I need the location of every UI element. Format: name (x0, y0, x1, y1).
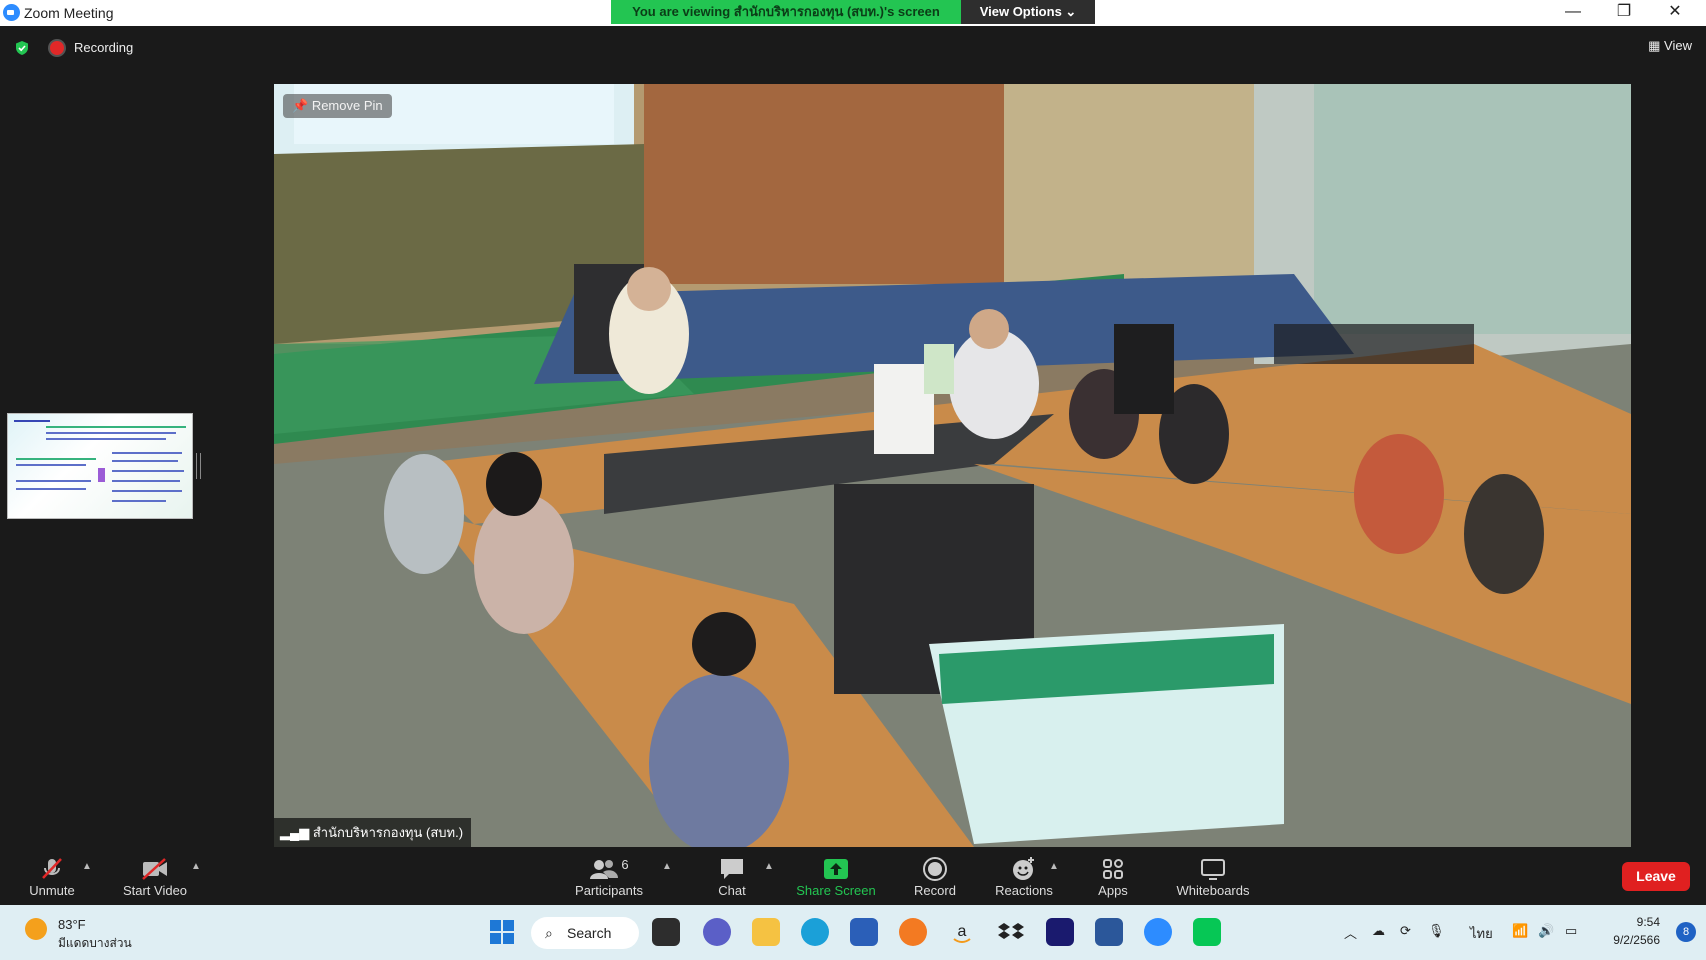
participants-button[interactable]: 6 Participants (570, 855, 648, 899)
whiteboard-icon (1170, 855, 1256, 883)
view-layout-icon: ▦ (1648, 38, 1665, 53)
meeting-controls: Unmute ▲ Start Video ▲ 6 Participants ▲ … (0, 847, 1706, 905)
reactions-smiley-icon (992, 855, 1056, 883)
task-view-icon[interactable] (652, 918, 680, 946)
zoom-taskbar-icon[interactable] (1144, 918, 1172, 946)
meeting-room-video-icon (274, 84, 1631, 847)
chat-label: Chat (718, 883, 746, 898)
dropbox-icon[interactable] (997, 918, 1025, 946)
volume-icon[interactable]: 🔊 (1538, 923, 1554, 939)
windows-start-icon[interactable] (488, 918, 516, 946)
shared-screen-thumbnail[interactable] (7, 413, 193, 519)
view-options-button[interactable]: View Options ⌄ (961, 0, 1095, 24)
microsoft-store-icon[interactable] (850, 918, 878, 946)
participants-label: Participants (575, 883, 643, 898)
apps-button[interactable]: Apps (1093, 855, 1133, 898)
weather-temperature: 83°F (58, 917, 86, 932)
wifi-icon[interactable]: 📶 (1512, 923, 1528, 939)
recording-label: Recording (74, 40, 134, 55)
record-button[interactable]: Record (909, 855, 961, 898)
minimize-icon[interactable]: — (1550, 0, 1596, 26)
close-icon[interactable]: ✕ (1652, 0, 1698, 26)
share-screen-button[interactable]: Share Screen (793, 855, 879, 898)
taskbar-search[interactable]: ⌕ Search (531, 917, 639, 949)
firefox-icon[interactable] (899, 918, 927, 946)
pin-icon: 📌 (292, 98, 312, 113)
windows-taskbar: 83°F มีแดดบางส่วน ⌕ Search a ︿ ☁ ⟳ 🎙 ไทย… (0, 905, 1706, 960)
cloud-sync-icon[interactable]: ☁ (1372, 923, 1385, 939)
reactions-caret-icon[interactable]: ▲ (1049, 861, 1059, 872)
signal-strength-icon: ▂▄▆ (280, 825, 313, 840)
file-explorer-icon[interactable] (752, 918, 780, 946)
restore-icon[interactable]: ❐ (1601, 0, 1647, 26)
whiteboards-button[interactable]: Whiteboards (1170, 855, 1256, 898)
unmute-button[interactable]: Unmute (24, 855, 80, 898)
participants-icon-wrap: 6 (570, 855, 648, 883)
webex-icon[interactable] (1046, 918, 1074, 946)
share-screen-icon (793, 855, 879, 883)
leave-button[interactable]: Leave (1622, 862, 1690, 891)
weather-description: มีแดดบางส่วน (58, 936, 132, 950)
security-shield-icon[interactable] (14, 40, 30, 56)
chat-caret-icon[interactable]: ▲ (764, 861, 774, 872)
apps-label: Apps (1098, 883, 1128, 898)
apps-icon (1093, 855, 1133, 883)
input-language[interactable]: ไทย (1470, 923, 1493, 944)
video-off-icon (120, 855, 190, 883)
participant-name: สำนักบริหารกองทุน (สบท.) (312, 825, 464, 840)
clock-time: 9:54 (1636, 915, 1660, 929)
edge-browser-icon[interactable] (801, 918, 829, 946)
participants-count: 6 (621, 856, 629, 872)
whiteboards-label: Whiteboards (1176, 883, 1250, 898)
share-screen-label: Share Screen (796, 883, 876, 898)
amazon-icon[interactable]: a (948, 918, 976, 946)
chat-button[interactable]: Chat (712, 855, 752, 898)
participant-name-tag: ▂▄▆ สำนักบริหารกองทุน (สบท.) (274, 818, 472, 847)
remove-pin-label: Remove Pin (311, 98, 383, 113)
muted-microphone-icon (24, 855, 80, 883)
word-icon[interactable] (1095, 918, 1123, 946)
svg-text:a: a (958, 923, 967, 940)
participants-caret-icon[interactable]: ▲ (662, 861, 672, 872)
unmute-label: Unmute (29, 883, 75, 898)
taskbar-clock[interactable]: 9:54 9/2/2566 (1613, 913, 1660, 949)
notification-badge[interactable]: 8 (1676, 922, 1696, 942)
audio-options-caret-icon[interactable]: ▲ (82, 861, 92, 872)
start-video-button[interactable]: Start Video (120, 855, 190, 898)
view-button[interactable]: ▦ View (1648, 38, 1692, 54)
panel-resize-handle[interactable] (196, 453, 201, 479)
remove-pin-button[interactable]: 📌 Remove Pin (283, 94, 392, 118)
partly-sunny-icon (25, 918, 47, 940)
line-app-icon[interactable] (1193, 918, 1221, 946)
microphone-tray-icon[interactable]: 🎙 (1428, 923, 1445, 939)
participants-icon (590, 860, 619, 879)
screen-share-banner: You are viewing สำนักบริหารกองทุน (สบท.)… (611, 0, 961, 24)
battery-icon[interactable]: ▭ (1565, 923, 1577, 939)
record-label: Record (914, 883, 956, 898)
window-title: Zoom Meeting (24, 5, 114, 21)
zoom-logo-icon (3, 4, 20, 21)
search-label: Search (567, 925, 612, 941)
reactions-button[interactable]: Reactions (992, 855, 1056, 898)
video-options-caret-icon[interactable]: ▲ (191, 861, 201, 872)
refresh-sync-icon[interactable]: ⟳ (1400, 923, 1411, 939)
clock-date: 9/2/2566 (1613, 933, 1660, 947)
recording-icon (50, 41, 64, 55)
tray-overflow-chevron-icon[interactable]: ︿ (1344, 923, 1357, 942)
reactions-label: Reactions (995, 883, 1053, 898)
chat-icon (712, 855, 752, 883)
teams-chat-icon[interactable] (703, 918, 731, 946)
record-icon (909, 855, 961, 883)
main-video: 📌 Remove Pin ▂▄▆ สำนักบริหารกองทุน (สบท.… (274, 84, 1631, 847)
start-video-label: Start Video (122, 883, 188, 898)
view-button-label: View (1664, 38, 1692, 53)
title-bar: Zoom Meeting You are viewing สำนักบริหาร… (0, 0, 1706, 26)
meeting-status-row: Recording ▦ View (0, 32, 1706, 64)
